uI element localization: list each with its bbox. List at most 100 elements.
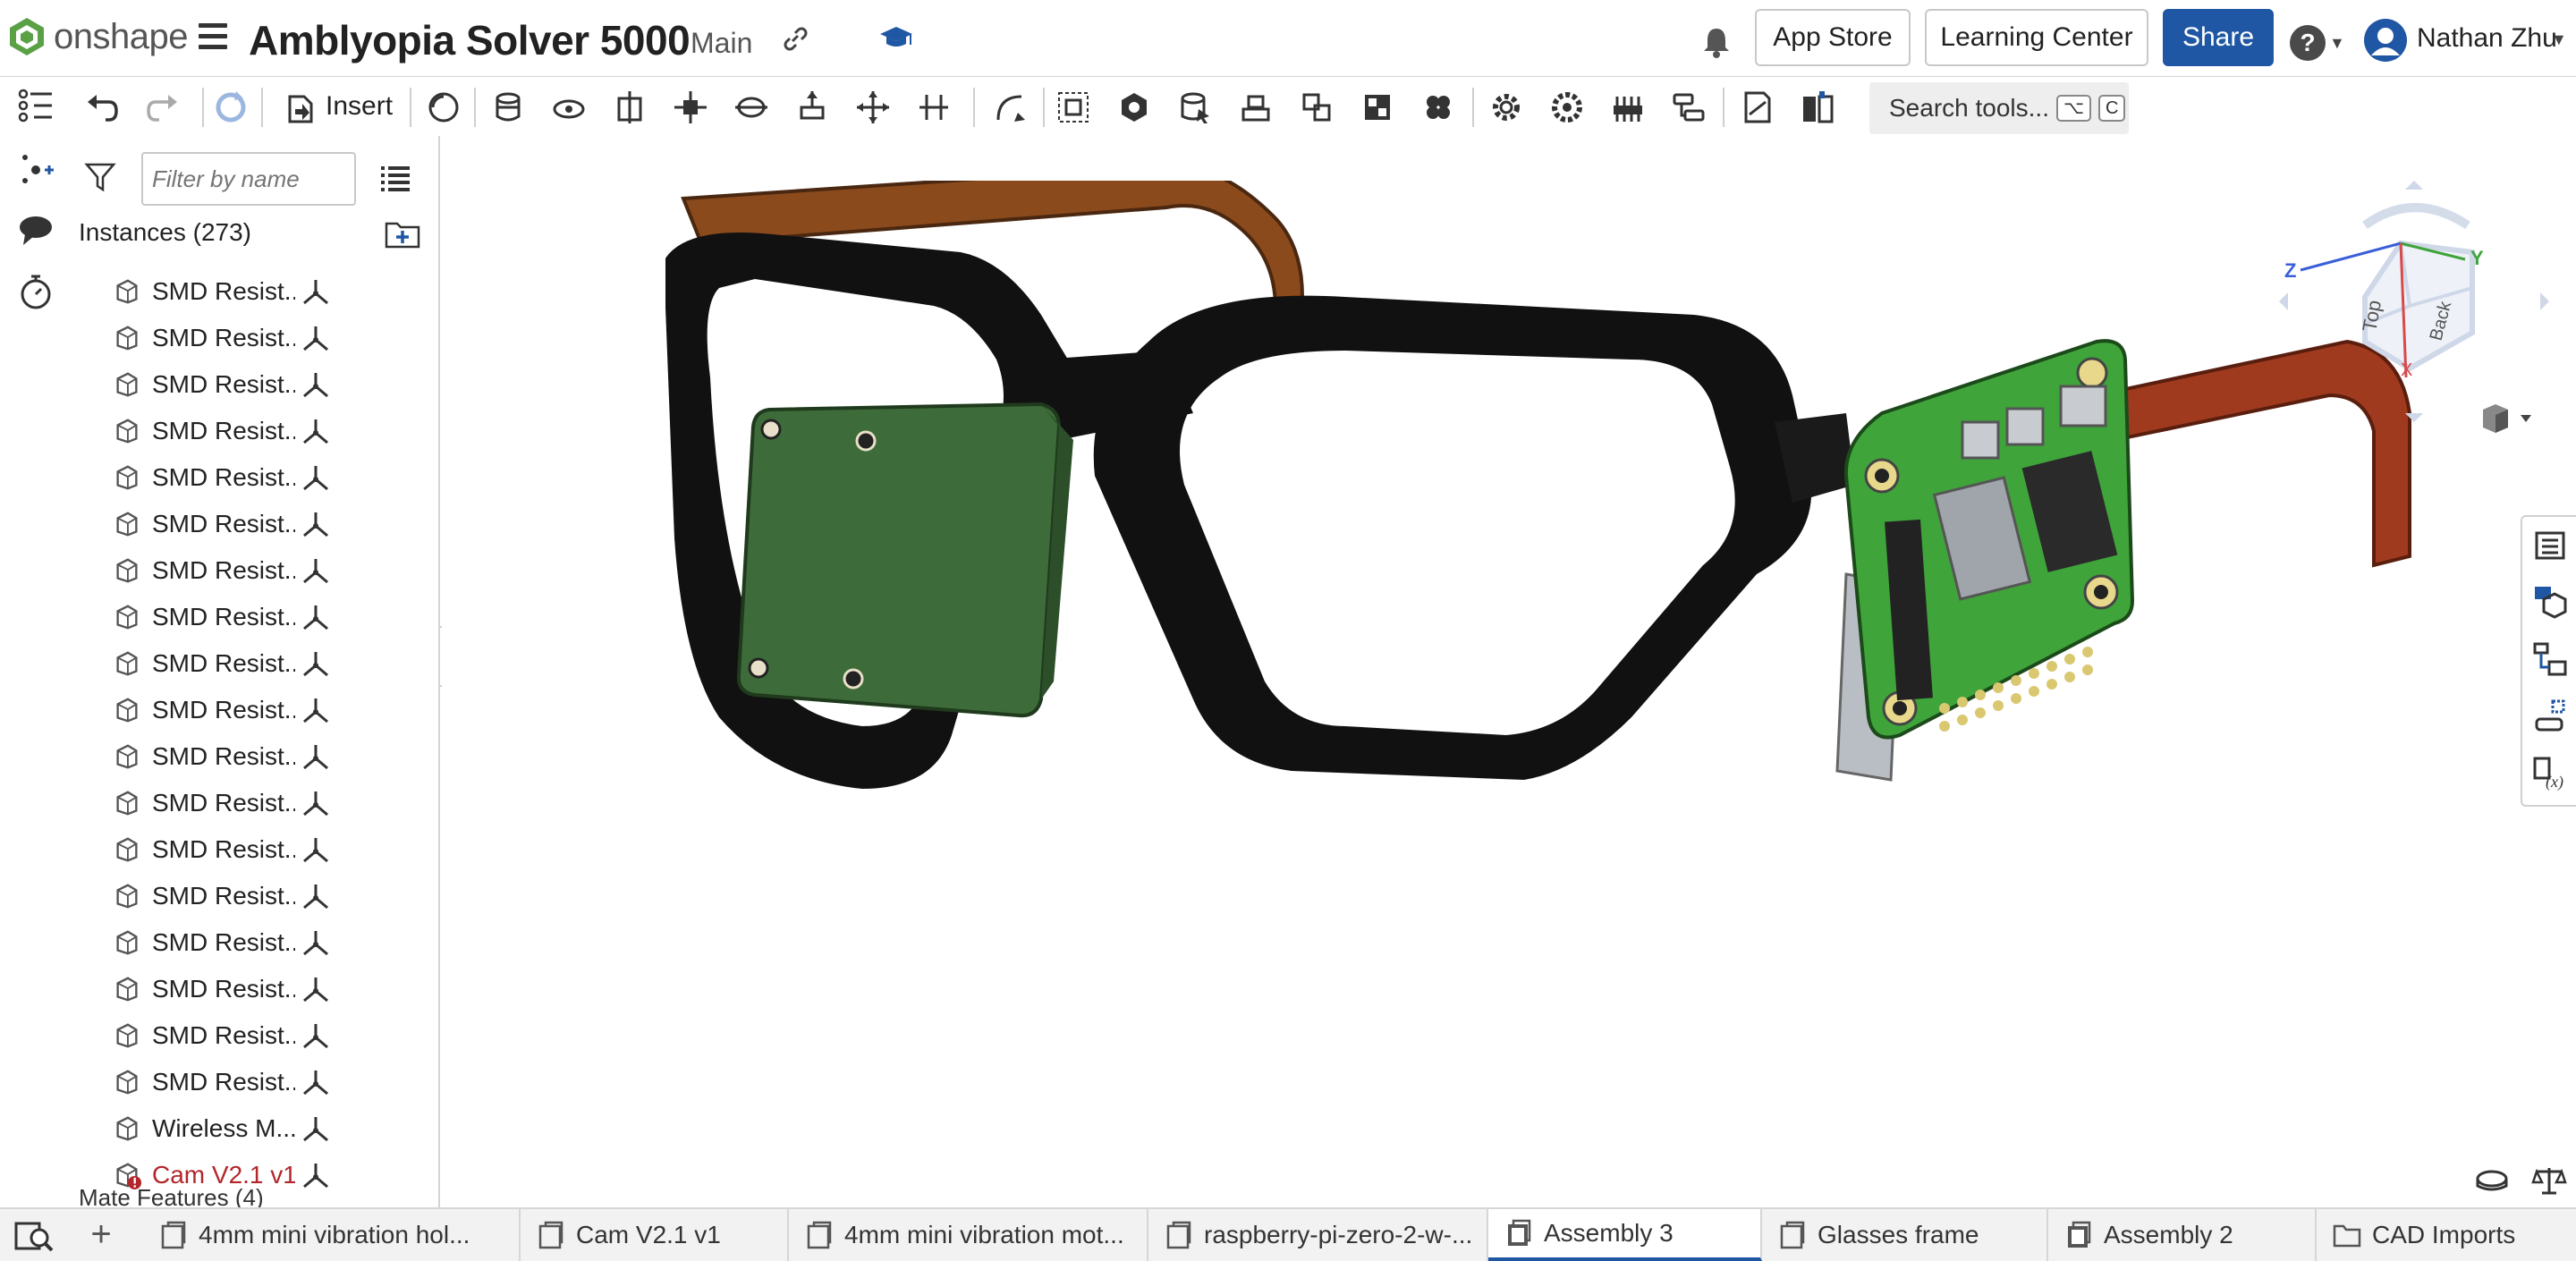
mate-connector-icon[interactable]: [301, 509, 331, 539]
slider-mate-icon[interactable]: [612, 89, 648, 125]
bill-of-materials-icon[interactable]: [1800, 89, 1835, 125]
instance-row[interactable]: Wireless M...: [113, 1105, 417, 1152]
instance-row[interactable]: SMD Resist...: [113, 966, 417, 1012]
pin-slot-mate-icon[interactable]: [794, 89, 830, 125]
regenerate-icon[interactable]: [213, 89, 249, 125]
graduation-cap-icon[interactable]: [878, 21, 914, 54]
mate-connector-icon[interactable]: [301, 462, 331, 493]
share-button[interactable]: Share: [2163, 9, 2274, 66]
explode-view-icon[interactable]: [1360, 89, 1395, 125]
mate-connector-icon[interactable]: [301, 741, 331, 772]
mate-connector-icon[interactable]: [1116, 89, 1152, 125]
instance-row[interactable]: SMD Resist...: [113, 454, 417, 501]
main-menu-icon[interactable]: [199, 23, 227, 50]
add-folder-icon[interactable]: [385, 218, 420, 249]
document-tab[interactable]: Glasses frame: [1762, 1209, 2048, 1261]
revolute-mate-icon[interactable]: [551, 89, 587, 125]
instance-row[interactable]: SMD Resist...: [113, 687, 417, 733]
branch-label[interactable]: Main: [691, 27, 752, 60]
display-state-icon[interactable]: [1177, 89, 1213, 125]
variable-table-icon[interactable]: (x): [2533, 757, 2567, 791]
mate-connector-icon[interactable]: [301, 881, 331, 911]
user-avatar-icon[interactable]: [2363, 18, 2408, 63]
timer-icon[interactable]: [16, 272, 55, 311]
fastened-mate-icon[interactable]: [490, 89, 526, 125]
graphics-viewport[interactable]: Z Y X Top Back: [442, 136, 2576, 1207]
linear-pattern-icon[interactable]: [1420, 89, 1456, 125]
appearance-icon[interactable]: [2533, 699, 2567, 733]
mate-connector-icon[interactable]: [301, 1113, 331, 1144]
list-view-icon[interactable]: [379, 163, 411, 193]
help-icon[interactable]: ?: [2290, 25, 2326, 61]
gear-mate-icon[interactable]: [1549, 89, 1585, 125]
insert-label[interactable]: Insert: [326, 91, 393, 122]
instance-row[interactable]: SMD Resist...: [113, 873, 417, 919]
gear-relation-icon[interactable]: [1238, 89, 1274, 125]
instance-row[interactable]: SMD Resist...: [113, 1059, 417, 1105]
camera-board[interactable]: [736, 402, 1073, 718]
instance-row[interactable]: SMD Resist...: [113, 780, 417, 826]
instance-row[interactable]: SMD Resist...: [113, 361, 417, 408]
planar-mate-icon[interactable]: [673, 89, 708, 125]
document-tab[interactable]: 4mm mini vibration mot...: [789, 1209, 1148, 1261]
instance-row[interactable]: SMD Resist...: [113, 733, 417, 780]
mate-connector-icon[interactable]: [301, 555, 331, 586]
rack-mate-icon[interactable]: [1610, 89, 1646, 125]
instance-row[interactable]: SMD Resist...: [113, 408, 417, 454]
link-icon[interactable]: [780, 23, 810, 54]
insert-icon[interactable]: [283, 89, 318, 125]
view-mode-dropdown-icon[interactable]: [2476, 401, 2538, 436]
raspberry-pi-board[interactable]: [1835, 339, 2135, 782]
mate-connector-icon[interactable]: [301, 1160, 331, 1190]
instance-row[interactable]: SMD Resist...: [113, 268, 417, 315]
mate-connector-icon[interactable]: [301, 788, 331, 818]
properties-icon[interactable]: [2533, 528, 2567, 562]
filter-icon[interactable]: [84, 161, 116, 193]
section-view-icon[interactable]: [2474, 1164, 2510, 1197]
learning-center-button[interactable]: Learning Center: [1925, 9, 2148, 66]
mate-connector-icon[interactable]: [301, 416, 331, 446]
document-tab[interactable]: raspberry-pi-zero-2-w-...: [1148, 1209, 1488, 1261]
mate-connector-icon[interactable]: [301, 369, 331, 400]
mate-connector-icon[interactable]: [301, 834, 331, 865]
add-tab-button[interactable]: +: [80, 1214, 122, 1256]
linear-relation-icon[interactable]: [1671, 89, 1707, 125]
add-instance-icon[interactable]: [16, 148, 55, 188]
instance-row[interactable]: SMD Resist...: [113, 1012, 417, 1059]
document-title[interactable]: Amblyopia Solver 5000: [249, 16, 691, 64]
redo-icon[interactable]: [145, 89, 181, 125]
feature-list-icon[interactable]: [16, 86, 55, 125]
user-name[interactable]: Nathan Zhu: [2417, 23, 2557, 54]
filter-by-name-input[interactable]: [141, 152, 356, 206]
mate-connector-icon[interactable]: [301, 323, 331, 353]
notifications-bell-icon[interactable]: [1698, 23, 1735, 61]
mate-connector-icon[interactable]: [301, 927, 331, 958]
comments-icon[interactable]: [16, 211, 55, 250]
tab-search-icon[interactable]: [14, 1218, 54, 1254]
mate-features-heading[interactable]: Mate Features (4): [79, 1184, 264, 1207]
onshape-logo[interactable]: onshape: [7, 16, 188, 57]
document-tab[interactable]: Assembly 3: [1488, 1209, 1762, 1261]
search-tools-button[interactable]: Search tools... ⌥ C: [1869, 82, 2129, 134]
instance-row[interactable]: SMD Resist...: [113, 826, 417, 873]
document-tab[interactable]: Assembly 2: [2048, 1209, 2317, 1261]
document-tab[interactable]: 4mm mini vibration hol...: [143, 1209, 521, 1261]
tangent-mate-icon[interactable]: [991, 89, 1027, 125]
mate-connector-icon[interactable]: [301, 602, 331, 632]
mate-connector-icon[interactable]: [301, 648, 331, 679]
help-chevron-down-icon[interactable]: ▼: [2329, 34, 2345, 53]
mate-connector-icon[interactable]: [301, 974, 331, 1004]
instance-row[interactable]: SMD Resist...: [113, 547, 417, 594]
mate-connector-icon[interactable]: [301, 1067, 331, 1097]
measure-icon[interactable]: [1739, 89, 1775, 125]
app-store-button[interactable]: App Store: [1755, 9, 1911, 66]
undo-icon[interactable]: [84, 89, 120, 125]
configurations-icon[interactable]: [2533, 642, 2567, 676]
document-tab[interactable]: Cam V2.1 v1: [521, 1209, 789, 1261]
ball-mate-icon[interactable]: [855, 89, 891, 125]
cylindrical-mate-icon[interactable]: [733, 89, 769, 125]
instance-row[interactable]: SMD Resist...: [113, 315, 417, 361]
instance-row[interactable]: SMD Resist...: [113, 919, 417, 966]
parallel-mate-icon[interactable]: [916, 89, 952, 125]
settings-gear-icon[interactable]: [1488, 89, 1524, 125]
